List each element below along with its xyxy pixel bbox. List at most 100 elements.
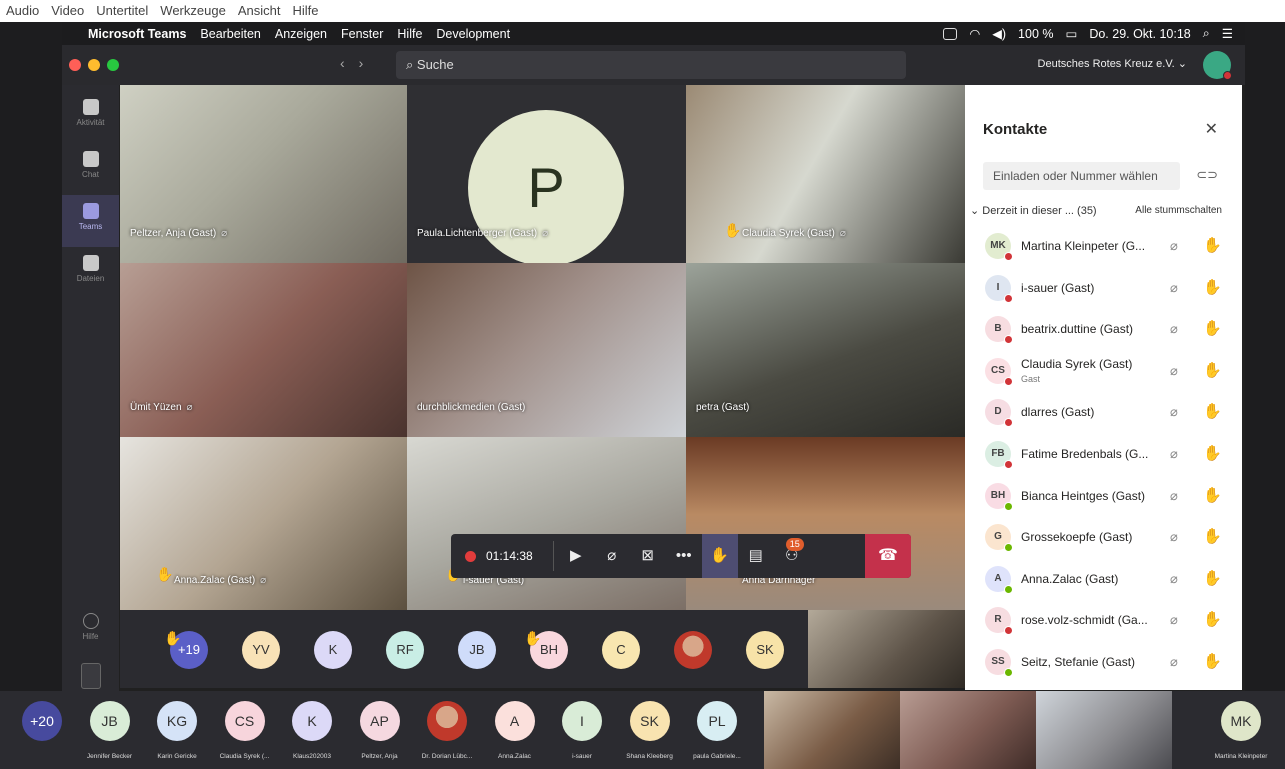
camera-button[interactable]: ▶ [558,534,594,578]
rail-activity[interactable]: Aktivität [62,91,119,143]
chat-button[interactable]: ▤ [738,534,774,578]
video-tile[interactable]: durchblickmedien (Gast) [407,263,686,437]
search-input[interactable]: ⌕ Suche [396,51,906,79]
avatar[interactable]: AP [359,701,400,741]
menu-item[interactable]: Development [436,27,510,41]
participant-row[interactable]: FB Fatime Bredenbals (G... ⌀ ✋ [965,435,1242,475]
mic-off-icon[interactable]: ⌀ [1170,654,1178,670]
menu-clock[interactable]: Do. 29. Okt. 10:18 [1089,27,1190,41]
org-switcher[interactable]: Deutsches Rotes Kreuz e.V. ⌄ [1038,57,1187,70]
strip-avatar[interactable]: SK [746,631,784,669]
mic-off-icon[interactable]: ⌀ [1170,529,1178,545]
strip-avatar[interactable]: JB [458,631,496,669]
nav-arrows[interactable]: ‹› [340,55,377,71]
video-thumb[interactable] [764,691,900,769]
video-tile[interactable]: ✋ Anna.Zalac (Gast) ⌀ [120,437,407,610]
avatar[interactable] [427,701,467,741]
close-icon[interactable]: ✕ [1205,119,1218,139]
spotlight-icon[interactable]: ⌕ [1203,26,1210,41]
invite-input[interactable]: Einladen oder Nummer wählen [983,162,1180,190]
user-avatar[interactable] [1203,51,1232,80]
video-tile[interactable]: Anna Darnhager [686,437,965,610]
video-tile-avatar[interactable]: P Paula.Lichtenberger (Gast) ⌀ [407,85,686,263]
share-screen-button[interactable]: ⊠ [630,534,666,578]
mic-off-icon[interactable]: ⌀ [1170,404,1178,420]
menu-app-name[interactable]: Microsoft Teams [88,27,186,41]
menu-item[interactable]: Hilfe [397,27,422,41]
avatar[interactable]: PL [697,701,737,741]
screen-share-icon[interactable] [943,27,958,40]
participant-row[interactable]: Bbeatrix.duttine (Gast) ⌀ ✋ [965,310,1242,350]
avatar[interactable]: I [562,701,602,741]
mic-button[interactable]: ⌀ [594,534,630,578]
mic-off-icon[interactable]: ⌀ [1170,612,1178,628]
player-menu-item[interactable]: Untertitel [96,3,148,18]
menu-item[interactable]: Fenster [341,27,383,41]
hang-up-button[interactable]: ☎ [865,534,911,578]
rail-chat[interactable]: Chat [62,143,119,195]
mic-off-icon[interactable]: ⌀ [1170,321,1178,337]
player-menu-item[interactable]: Audio [6,3,39,18]
strip-avatar[interactable] [674,631,712,669]
minimize-window-icon[interactable] [88,59,100,71]
mic-off-icon[interactable]: ⌀ [1170,488,1178,504]
link-icon[interactable]: ⊂⊃ [1196,167,1218,183]
avatar[interactable]: KG [157,701,197,741]
mute-all-button[interactable]: Alle stummschalten [1135,205,1222,216]
video-tile[interactable]: Ümit Yüzen ⌀ [120,263,407,437]
participant-row[interactable]: CS Claudia Syrek (Gast) Gast ⌀ ✋ [965,352,1242,392]
mic-off-icon[interactable]: ⌀ [1170,446,1178,462]
avatar[interactable]: SK [629,701,670,741]
player-menu-item[interactable]: Hilfe [292,3,318,18]
close-window-icon[interactable] [69,59,81,71]
rail-help[interactable]: Hilfe [62,605,119,657]
strip-avatar[interactable]: BH ✋ [524,630,568,669]
participant-row[interactable]: BH Bianca Heintges (Gast) ⌀ ✋ [965,477,1242,517]
menu-item[interactable]: Anzeigen [275,27,327,41]
avatar[interactable]: CS [224,701,265,741]
participant-row[interactable]: MK Martina Kleinpeter (G... ⌀ ✋ [965,227,1242,267]
participant-row[interactable]: A Anna.Zalac (Gast) ⌀ ✋ [965,560,1242,600]
mic-off-icon[interactable]: ⌀ [1170,280,1178,296]
wifi-icon[interactable]: ◠ [969,26,980,41]
video-tile[interactable]: Peltzer, Anja (Gast) ⌀ [120,85,407,263]
strip-avatar[interactable]: K [314,631,352,669]
video-tile[interactable]: petra (Gast) [686,263,965,437]
participant-row[interactable]: Ii-sauer (Gast) ⌀ ✋ [965,269,1242,309]
control-center-icon[interactable]: ☰ [1222,26,1233,41]
avatar[interactable]: K [292,701,332,741]
section-header[interactable]: ⌄ Derzeit in dieser ... (35) [970,204,1097,217]
avatar[interactable]: JB [89,701,130,741]
mic-off-icon[interactable]: ⌀ [1170,238,1178,254]
strip-avatar[interactable]: RF [386,631,424,669]
video-tile[interactable]: ✋ i-sauer (Gast) [407,437,686,610]
player-menu-item[interactable]: Ansicht [238,3,281,18]
video-tile[interactable]: ✋ Claudia Syrek (Gast) ⌀ [686,85,965,263]
maximize-window-icon[interactable] [107,59,119,71]
avatar[interactable]: A [494,701,535,741]
avatar[interactable]: MK [1221,701,1261,741]
video-tile-small[interactable] [808,610,965,688]
video-thumb[interactable] [1036,691,1172,769]
avatar[interactable]: +20 [22,701,62,741]
participant-row[interactable]: Ddlarres (Gast) ⌀ ✋ [965,393,1242,433]
participants-button[interactable]: ⚇ 15 [774,534,810,578]
rail-files[interactable]: Dateien [62,247,119,299]
more-actions-button[interactable]: ••• [666,534,702,578]
volume-icon[interactable]: ◀︎) [992,26,1006,41]
participant-row[interactable]: Rrose.volz-schmidt (Ga... ⌀ ✋ [965,601,1242,641]
mic-off-icon[interactable]: ⌀ [1170,363,1178,379]
strip-avatar[interactable]: +19 ✋ [164,630,208,669]
raise-hand-button[interactable]: ✋ [701,534,738,578]
strip-avatar[interactable]: YV [242,631,280,669]
video-thumb[interactable] [900,691,1036,769]
mic-off-icon[interactable]: ⌀ [1170,571,1178,587]
menu-item[interactable]: Bearbeiten [200,27,260,41]
player-menu-item[interactable]: Werkzeuge [160,3,226,18]
participant-row[interactable]: SS Seitz, Stefanie (Gast) ⌀ ✋ [965,643,1242,683]
rail-teams[interactable]: Teams [62,195,119,247]
strip-avatar[interactable]: C [602,631,640,669]
participant-row[interactable]: G Grossekoepfe (Gast) ⌀ ✋ [965,518,1242,558]
player-menu-item[interactable]: Video [51,3,84,18]
battery-status[interactable]: 100 % [1018,27,1053,41]
